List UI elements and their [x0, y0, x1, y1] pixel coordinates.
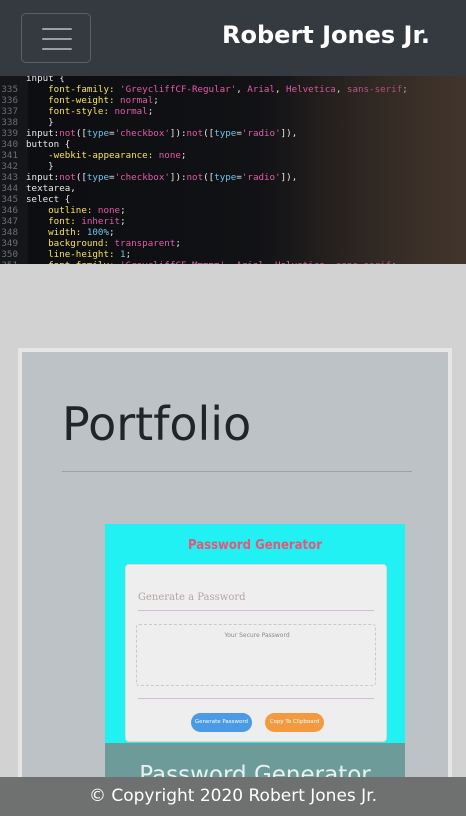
hero-fade: [290, 76, 466, 264]
screenshot-rule: [138, 698, 374, 699]
code-token: normal: [114, 106, 148, 117]
code-token: Arial: [247, 84, 275, 95]
code-token: 'GreycliffCF-Mmmmm': [120, 260, 225, 264]
code-token: ;: [120, 205, 126, 216]
code-token: not: [59, 128, 76, 139]
code-token: none: [158, 150, 181, 161]
toggler-bar: [42, 38, 72, 40]
code-token: ;: [175, 238, 181, 249]
code-token: ,: [274, 84, 287, 95]
code-token: ;: [153, 95, 159, 106]
code-token: type: [86, 128, 110, 139]
code-token: input {: [26, 76, 65, 84]
screenshot-title: Password Generator: [188, 538, 322, 553]
code-token: ]):: [169, 172, 187, 183]
code-token: input:: [26, 172, 60, 183]
code-token: not: [59, 172, 76, 183]
code-token: type: [214, 128, 237, 139]
screenshot-placeholder: Your Secure Password: [224, 632, 290, 639]
code-token: 'radio': [241, 128, 281, 139]
code-token: font-style:: [26, 106, 115, 117]
code-token: ;: [180, 150, 187, 161]
code-token: ;: [120, 216, 126, 227]
code-token: type: [214, 172, 237, 183]
portfolio-card: Portfolio Password Generator Generate a …: [18, 348, 452, 816]
code-token: inherit: [81, 216, 121, 227]
code-token: type: [86, 172, 110, 183]
code-token: transparent: [114, 238, 176, 249]
code-token: normal: [120, 95, 154, 106]
code-token: none: [97, 205, 121, 216]
code-token: Arial: [236, 260, 264, 264]
navbar: Robert Jones Jr.: [0, 0, 466, 76]
code-token: ,: [236, 84, 248, 95]
code-token: background:: [26, 238, 115, 249]
screenshot-rule: [138, 610, 374, 611]
code-token: 'GreycliffCF-Regular': [120, 84, 237, 95]
screenshot-copy-button: Copy To Clipboard: [265, 713, 324, 732]
code-token: font-family:: [26, 84, 121, 95]
project-screenshot[interactable]: Password Generator Generate a Password Y…: [105, 524, 405, 749]
footer: © Copyright 2020 Robert Jones Jr.: [0, 777, 466, 816]
code-token: 'checkbox': [114, 128, 170, 139]
code-token: button {: [26, 139, 71, 150]
copyright-text: © Copyright 2020 Robert Jones Jr.: [88, 786, 378, 806]
code-token: ([: [203, 128, 215, 139]
code-token: 100%: [86, 227, 109, 238]
hamburger-menu-icon[interactable]: [21, 13, 91, 63]
navbar-brand[interactable]: Robert Jones Jr.: [222, 18, 430, 52]
page-title: Portfolio: [62, 397, 252, 451]
toggler-bar: [42, 28, 72, 30]
code-token: ;: [109, 227, 115, 238]
code-token: font-family:: [26, 260, 120, 264]
code-token: outline:: [26, 205, 98, 216]
code-token: line-height:: [26, 249, 121, 260]
divider: [62, 471, 412, 472]
code-token: ([: [75, 172, 87, 183]
code-token: width:: [26, 227, 87, 238]
code-token: ;: [125, 249, 132, 260]
code-token: ([: [75, 128, 87, 139]
code-token: ,: [225, 260, 236, 264]
screenshot-password-box: Your Secure Password: [136, 624, 376, 686]
code-token: ;: [147, 106, 154, 117]
code-token: }: [26, 117, 54, 128]
code-token: font-weight:: [26, 95, 121, 106]
code-token: ([: [203, 172, 215, 183]
code-token: ,: [264, 260, 275, 264]
code-token: }: [26, 161, 54, 172]
screenshot-subtitle: Generate a Password: [138, 592, 246, 603]
code-token: select {: [26, 194, 71, 205]
code-token: not: [186, 172, 204, 183]
project-card-password-generator[interactable]: Password Generator Generate a Password Y…: [105, 524, 405, 814]
code-token: 'checkbox': [114, 172, 170, 183]
toggler-bar: [42, 48, 72, 50]
screenshot-generate-button: Generate Password: [191, 713, 252, 732]
screenshot-panel: Generate a Password Your Secure Password…: [125, 564, 387, 742]
code-token: textarea,: [26, 183, 76, 194]
code-token: ]):: [169, 128, 187, 139]
hero-code-image: input {335 font-family: 'GreycliffCF-Reg…: [0, 76, 466, 264]
code-token: -webkit-appearance:: [26, 150, 159, 161]
code-token: 'radio': [241, 172, 281, 183]
code-token: input:: [26, 128, 60, 139]
code-token: not: [186, 128, 204, 139]
code-token: font:: [26, 216, 82, 227]
line-number: 351: [0, 260, 26, 264]
